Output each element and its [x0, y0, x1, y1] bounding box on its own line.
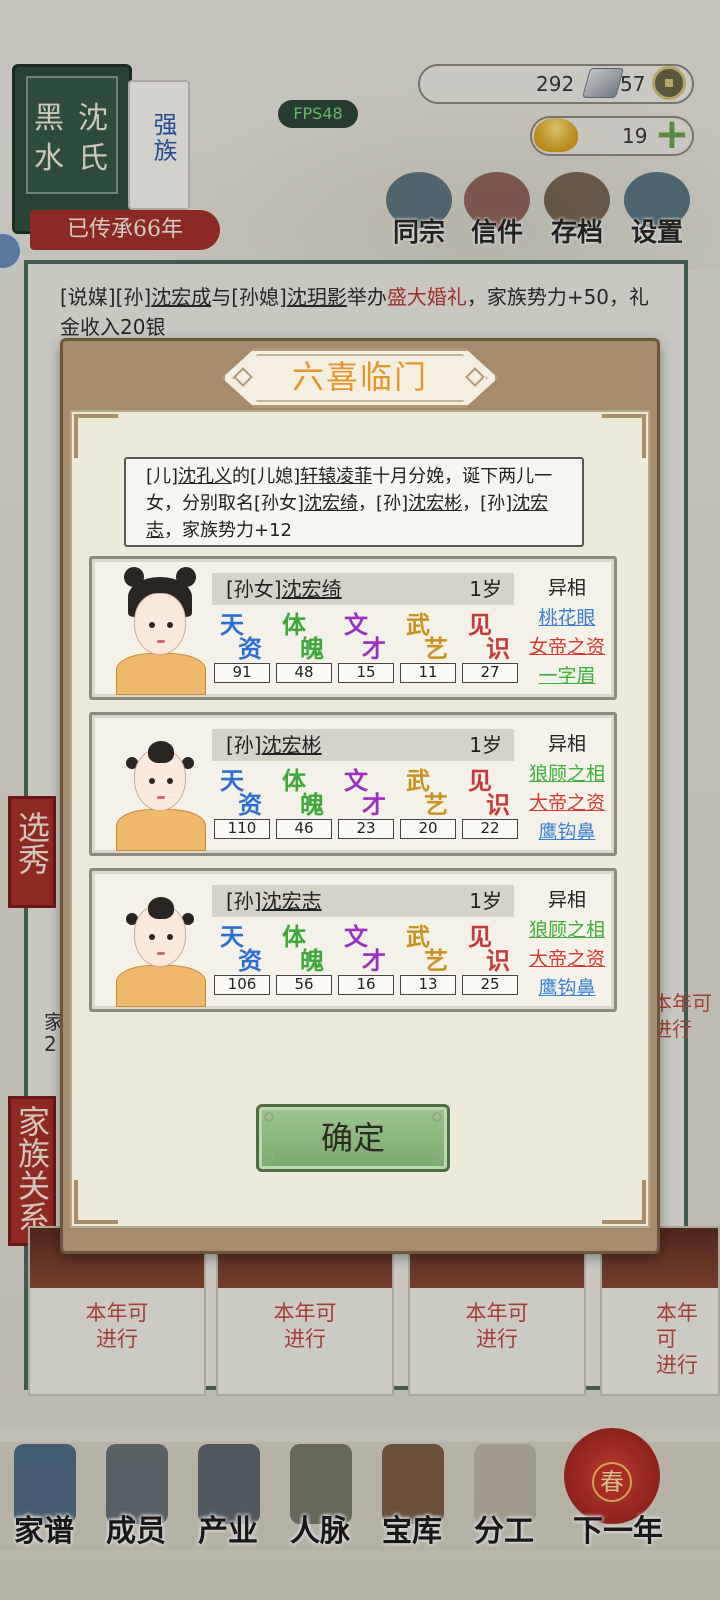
stat-label: 天资 — [220, 610, 262, 663]
child-name-bar: [孙女]沈宏绮 1岁 — [212, 573, 514, 605]
dialog-title: 六喜临门 — [291, 358, 428, 396]
child-name-link[interactable]: 沈宏志 — [262, 889, 322, 913]
stat-label: 文才 — [344, 610, 386, 663]
corner-ornament — [74, 1180, 118, 1224]
child-portrait — [112, 879, 208, 1007]
child-name-bar: [孙]沈宏彬 1岁 — [212, 729, 514, 761]
stat-value: 22 — [462, 819, 518, 839]
button-ornament — [264, 1152, 274, 1162]
event-segment: ，[孙] — [462, 493, 513, 514]
stat-label: 天资 — [220, 922, 262, 975]
traits-header: 异相 — [547, 733, 586, 755]
stat-label: 天资 — [220, 766, 262, 819]
stat-label: 文才 — [344, 766, 386, 819]
button-ornament — [264, 1112, 274, 1122]
trait-link[interactable]: 一字眉 — [518, 661, 616, 688]
child-portrait — [112, 567, 208, 695]
stat-value: 91 — [214, 663, 270, 683]
stat-value: 15 — [338, 663, 394, 683]
child-portrait — [112, 723, 208, 851]
stat-value: 11 — [400, 663, 456, 683]
stat-value: 13 — [400, 975, 456, 995]
trait-link[interactable]: 狼顾之相 — [518, 915, 616, 942]
child-age: 1岁 — [469, 889, 502, 913]
stat-label: 体魄 — [282, 922, 324, 975]
stat-label: 武艺 — [406, 610, 448, 663]
stat-value: 16 — [338, 975, 394, 995]
stat-label: 武艺 — [406, 922, 448, 975]
child-name-link[interactable]: 沈宏绮 — [282, 577, 342, 601]
event-segment: 的[儿媳] — [232, 466, 301, 487]
event-description: [儿]沈孔义的[儿媳]轩辕凌菲十月分娩，诞下两儿一女，分别取名[孙女]沈宏绮，[… — [124, 457, 584, 547]
corner-ornament — [602, 1180, 646, 1224]
stat-label: 见识 — [468, 766, 510, 819]
stat-label: 见识 — [468, 922, 510, 975]
stat-value: 23 — [338, 819, 394, 839]
child-card[interactable]: [孙]沈宏志 1岁天资 106 体魄 56 文才 16 武艺 13 见识 25 异相狼顾之相 大帝之资鹰… — [89, 868, 617, 1012]
stat-value: 110 — [214, 819, 270, 839]
button-ornament — [432, 1152, 442, 1162]
stat-value: 106 — [214, 975, 270, 995]
child-relation: [孙] — [226, 889, 262, 913]
event-person-link[interactable]: 沈孔义 — [178, 466, 232, 487]
stat-value: 25 — [462, 975, 518, 995]
child-name-bar: [孙]沈宏志 1岁 — [212, 885, 514, 917]
stat-value: 20 — [400, 819, 456, 839]
traits-header: 异相 — [547, 577, 586, 599]
corner-ornament — [74, 414, 118, 458]
trait-link[interactable]: 鹰钩鼻 — [518, 817, 616, 844]
trait-link[interactable]: 女帝之资 — [518, 632, 616, 659]
child-card[interactable]: [孙]沈宏彬 1岁天资 110 体魄 46 文才 23 武艺 20 见识 22 异相狼顾之相 大帝之资鹰… — [89, 712, 617, 856]
stat-value: 48 — [276, 663, 332, 683]
stat-value: 56 — [276, 975, 332, 995]
child-name-link[interactable]: 沈宏彬 — [262, 733, 322, 757]
stat-value: 27 — [462, 663, 518, 683]
stat-label: 武艺 — [406, 766, 448, 819]
event-person-link[interactable]: 沈宏彬 — [408, 493, 462, 514]
stat-label: 体魄 — [282, 610, 324, 663]
traits-header: 异相 — [547, 889, 586, 911]
child-relation: [孙女] — [226, 577, 282, 601]
event-segment: ，[孙] — [358, 493, 409, 514]
confirm-button[interactable]: 确定 — [256, 1104, 450, 1172]
child-card[interactable]: [孙女]沈宏绮 1岁天资 91 体魄 48 文才 15 武艺 11 见识 27 异相桃花眼 女帝之资 一字… — [89, 556, 617, 700]
event-segment: [儿] — [146, 466, 179, 487]
button-ornament — [432, 1112, 442, 1122]
stat-label: 文才 — [344, 922, 386, 975]
corner-ornament — [602, 414, 646, 458]
trait-link[interactable]: 大帝之资 — [518, 944, 616, 971]
trait-link[interactable]: 大帝之资 — [518, 788, 616, 815]
stat-label: 见识 — [468, 610, 510, 663]
trait-link[interactable]: 桃花眼 — [518, 603, 616, 630]
stat-label: 体魄 — [282, 766, 324, 819]
child-age: 1岁 — [469, 733, 502, 757]
child-relation: [孙] — [226, 733, 262, 757]
event-segment: ，家族势力+12 — [164, 520, 292, 541]
stat-value: 46 — [276, 819, 332, 839]
child-age: 1岁 — [469, 577, 502, 601]
trait-link[interactable]: 鹰钩鼻 — [518, 973, 616, 1000]
event-person-link[interactable]: 轩辕凌菲 — [300, 466, 372, 487]
event-person-link[interactable]: 沈宏绮 — [304, 493, 358, 514]
trait-link[interactable]: 狼顾之相 — [518, 759, 616, 786]
